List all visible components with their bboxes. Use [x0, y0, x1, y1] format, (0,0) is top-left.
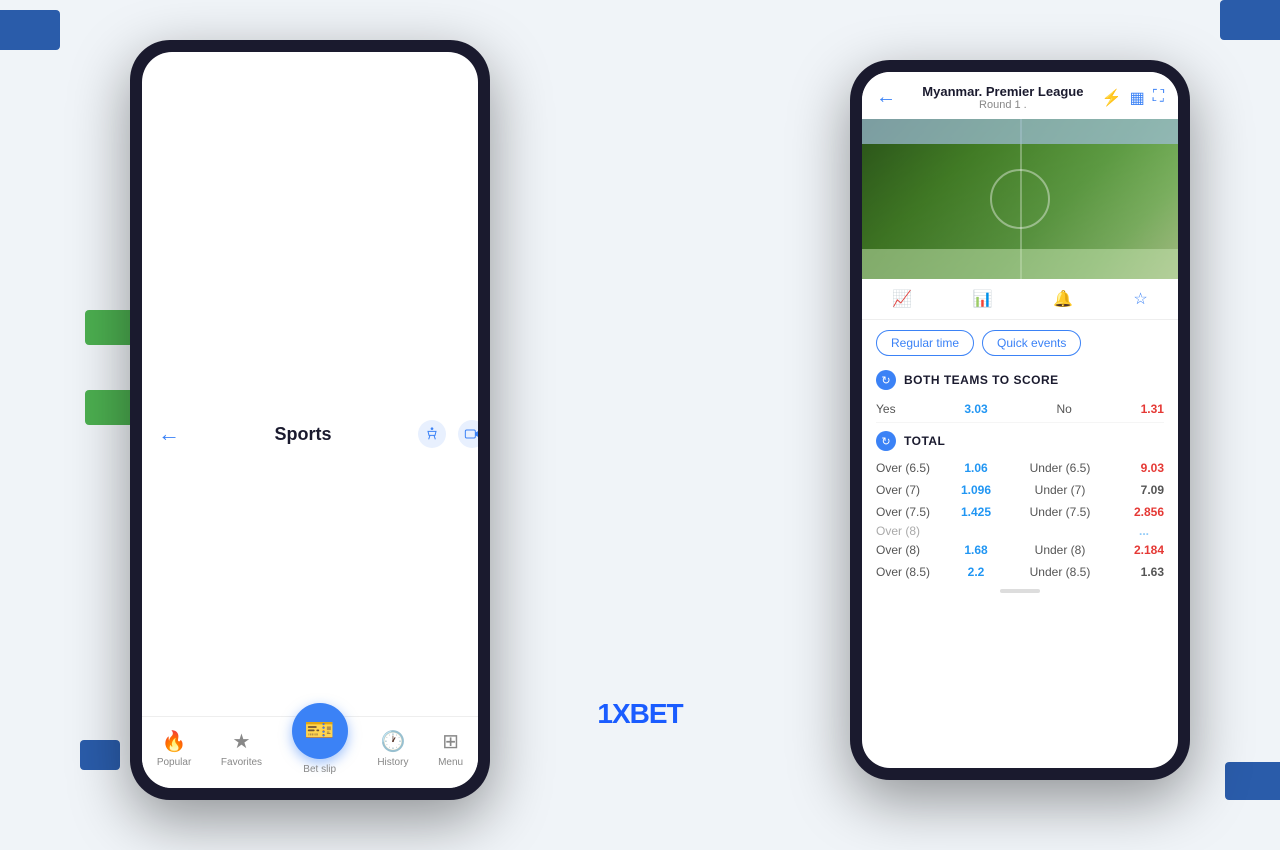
right-phone-screen: ← Myanmar. Premier League Round 1 . ⚡ ▦ … [862, 72, 1178, 768]
nav-history[interactable]: 🕐 History [377, 729, 408, 768]
history-icon: 🕐 [380, 729, 405, 754]
over-label: Over (8) [876, 543, 956, 557]
over-label: Over (7) [876, 483, 956, 497]
bg-decoration-3 [85, 310, 135, 345]
right-phone-header: ← Myanmar. Premier League Round 1 . ⚡ ▦ … [862, 72, 1178, 119]
nav-popular-label: Popular [157, 757, 191, 768]
yes-label: Yes [876, 402, 896, 416]
total-row: Over (8) 1.68 Under (8) 2.184 [876, 539, 1164, 561]
section-title-btts: BOTH TEAMS TO SCORE [904, 373, 1059, 387]
nav-bet-slip[interactable]: 🎫 Bet slip [292, 703, 348, 775]
under-label: Under (7.5) [996, 505, 1124, 519]
over-value[interactable]: 2.2 [956, 565, 996, 579]
header-actions [418, 420, 478, 448]
betting-tabs: Regular time Quick events [862, 320, 1178, 362]
nav-popular[interactable]: 🔥 Popular [157, 729, 191, 768]
under-value[interactable]: 7.09 [1124, 483, 1164, 497]
section-title-total: TOTAL [904, 434, 945, 448]
bg-decoration-1 [0, 10, 60, 50]
section-header-total: TOTAL [876, 423, 1164, 457]
league-name: Myanmar. Premier League [904, 84, 1102, 99]
back-button-right[interactable]: ← [876, 86, 896, 109]
match-title: Myanmar. Premier League Round 1 . [904, 84, 1102, 111]
under-label: Under (8) [996, 543, 1124, 557]
popular-icon: 🔥 [162, 729, 187, 754]
total-row: Over (8.5) 2.2 Under (8.5) 1.63 [876, 561, 1164, 583]
bottom-navigation: 🔥 Popular ★ Favorites 🎫 Bet slip 🕐 Histo… [142, 716, 478, 788]
section-icon-total [876, 431, 896, 451]
bg-decoration-4 [85, 390, 135, 425]
over-value[interactable]: 1.06 [956, 461, 996, 475]
tab-quick-events[interactable]: Quick events [982, 330, 1081, 356]
fullscreen-icon[interactable]: ⛶ [1153, 88, 1164, 108]
over-value[interactable]: 1.425 [956, 505, 996, 519]
bg-decoration-2 [80, 740, 120, 770]
total-row-partial: Over (8) ... [876, 523, 1164, 539]
nav-favorites[interactable]: ★ Favorites [221, 729, 262, 768]
brand-logo: 1XBET [597, 698, 682, 730]
no-value[interactable]: 1.31 [1141, 402, 1164, 416]
star-icon[interactable]: ☆ [1133, 289, 1147, 309]
yes-no-odds-row: Yes 3.03 No 1.31 [876, 396, 1164, 423]
left-phone-screen: ← Sports LIVE [142, 52, 478, 788]
video-button[interactable] [458, 420, 478, 448]
round-label: Round 1 . [904, 99, 1102, 111]
bet-slip-button[interactable]: 🎫 [292, 703, 348, 759]
under-value[interactable]: 9.03 [1124, 461, 1164, 475]
favorites-icon: ★ [233, 729, 251, 754]
over-value[interactable]: 1.68 [956, 543, 996, 557]
stats-line-icon[interactable]: 📈 [892, 289, 912, 309]
over-label: Over (8.5) [876, 565, 956, 579]
nav-menu-label: Menu [438, 757, 463, 768]
scroll-indicator [862, 589, 1178, 593]
match-video [862, 119, 1178, 279]
back-button[interactable]: ← [158, 421, 180, 447]
over-label: Over (6.5) [876, 461, 956, 475]
no-label: No [1057, 402, 1072, 416]
total-row: Over (7) 1.096 Under (7) 7.09 [876, 479, 1164, 501]
over-label: Over (7.5) [876, 505, 956, 519]
bell-icon[interactable]: 🔔 [1053, 289, 1073, 309]
over-value: ... [1124, 524, 1164, 538]
over-label: Over (8) [876, 524, 956, 538]
left-phone: ← Sports LIVE [130, 40, 490, 800]
right-phone: ← Myanmar. Premier League Round 1 . ⚡ ▦ … [850, 60, 1190, 780]
left-phone-header: ← Sports [142, 52, 478, 788]
accessibility-button[interactable] [418, 420, 446, 448]
yes-value[interactable]: 3.03 [964, 402, 987, 416]
bg-decoration-9 [1225, 762, 1280, 800]
header-action-buttons: ⚡ ▦ ⛶ [1102, 88, 1164, 108]
both-teams-section: BOTH TEAMS TO SCORE Yes 3.03 No 1.31 [862, 362, 1178, 423]
nav-history-label: History [377, 757, 408, 768]
menu-icon: ⊞ [442, 729, 459, 754]
nav-favorites-label: Favorites [221, 757, 262, 768]
total-row: Over (7.5) 1.425 Under (7.5) 2.856 [876, 501, 1164, 523]
under-label: Under (6.5) [996, 461, 1124, 475]
total-section: TOTAL Over (6.5) 1.06 Under (6.5) 9.03 O… [862, 423, 1178, 583]
nav-menu[interactable]: ⊞ Menu [438, 729, 463, 768]
bg-decoration-8 [1220, 0, 1280, 40]
nav-betslip-label: Bet slip [303, 764, 336, 775]
under-label: Under (7) [996, 483, 1124, 497]
total-row: Over (6.5) 1.06 Under (6.5) 9.03 [876, 457, 1164, 479]
flash-icon[interactable]: ⚡ [1102, 88, 1122, 108]
under-value[interactable]: 2.184 [1124, 543, 1164, 557]
under-value[interactable]: 2.856 [1124, 505, 1164, 519]
under-value[interactable]: 1.63 [1124, 565, 1164, 579]
under-label: Under (8.5) [996, 565, 1124, 579]
action-bar: 📈 📊 🔔 ☆ [862, 279, 1178, 320]
section-header-btts: BOTH TEAMS TO SCORE [876, 362, 1164, 396]
filter-icon[interactable]: ▦ [1130, 88, 1145, 108]
tab-regular-time[interactable]: Regular time [876, 330, 974, 356]
section-icon-btts [876, 370, 896, 390]
page-title: Sports [188, 424, 418, 445]
bar-chart-icon[interactable]: 📊 [973, 289, 993, 309]
over-value[interactable]: 1.096 [956, 483, 996, 497]
